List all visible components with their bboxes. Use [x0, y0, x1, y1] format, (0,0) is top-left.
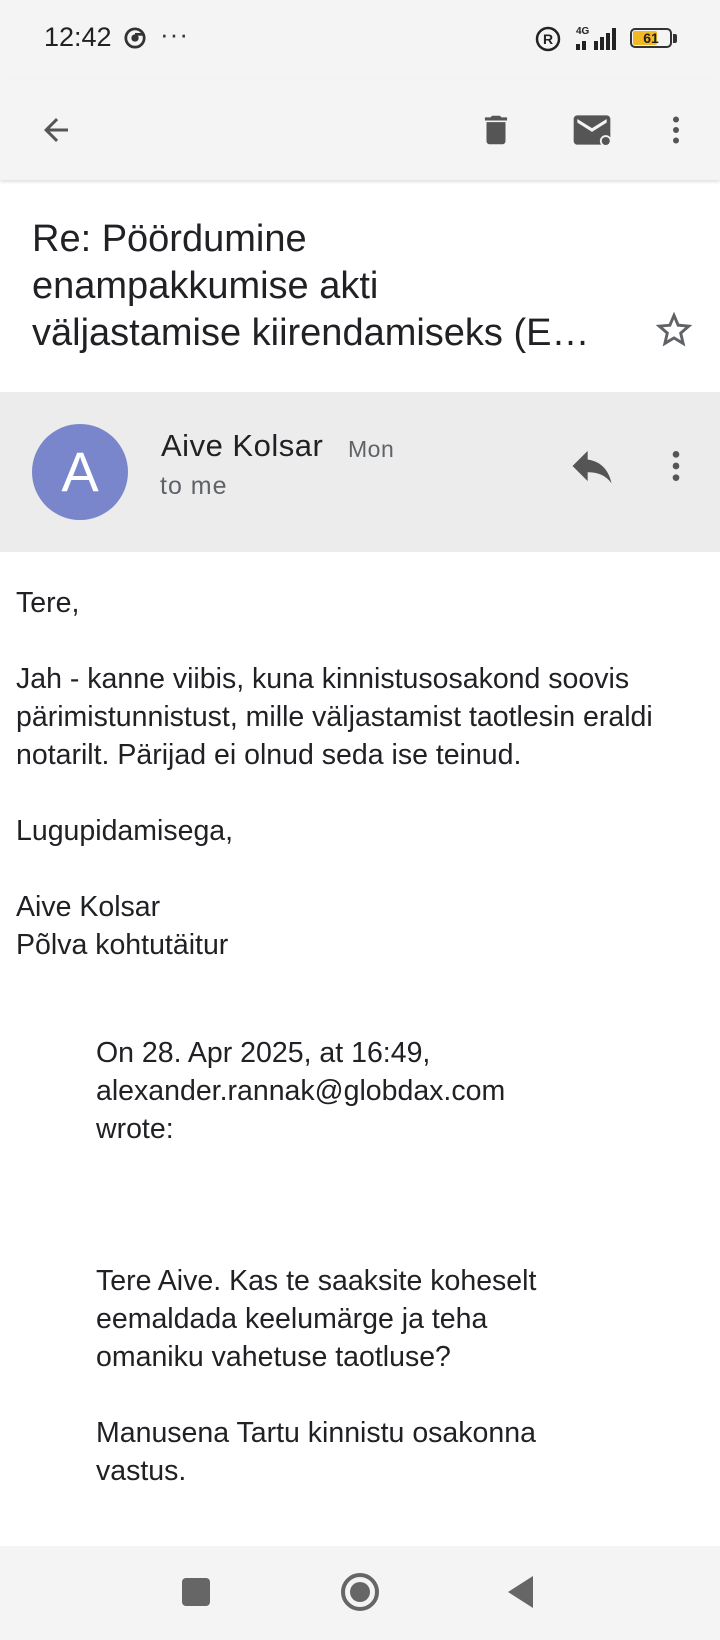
quote-text-line-2: eemaldada keelumärge ja teha [96, 1303, 488, 1335]
signature: Aive Kolsar Põlva kohtutäitur [16, 888, 706, 964]
status-time: 12:42 [44, 22, 112, 52]
back-button[interactable] [28, 102, 84, 158]
signal-icon: 4G [576, 26, 616, 50]
greeting: Tere, [16, 587, 80, 619]
quote-text-line-3: omaniku vahetuse taotluse? [96, 1341, 451, 1373]
more-options-button[interactable] [648, 102, 704, 158]
recipient-details[interactable]: to me [160, 472, 228, 501]
more-notifications-icon: ··· [160, 19, 189, 49]
email-subject: Re: Pöördumine enampakkumise akti väljas… [32, 216, 632, 357]
quoted-message: On 28. Apr 2025, at 16:49, alexander.ran… [96, 1034, 696, 1490]
subject-line-3: väljastamise kiirendamiseks (E… [32, 312, 590, 354]
quote-sender-email[interactable]: alexander.rannak@globdax.com [96, 1072, 696, 1110]
sender-header[interactable]: A Aive Kolsar Mon to me [0, 392, 720, 552]
system-nav-bar [0, 1546, 720, 1640]
email-body: Tere, Jah - kanne viibis, kuna kinnistus… [16, 584, 706, 964]
quote-header-line-1: On 28. Apr 2025, at 16:49, [96, 1037, 431, 1069]
quote-text-2: Manusena Tartu kinnistu osakonna vastus. [96, 1414, 696, 1490]
battery-icon: 61 [630, 28, 680, 50]
reply-icon[interactable] [566, 440, 618, 492]
mark-unread-button[interactable] [564, 102, 620, 158]
quote-header-line-3: wrote: [96, 1113, 174, 1145]
sender-name: Aive Kolsar [161, 428, 324, 463]
battery-level: 61 [643, 30, 659, 46]
chrome-icon [124, 27, 146, 49]
body-paragraph: Jah - kanne viibis, kuna kinnistusosakon… [16, 663, 653, 771]
back-nav-button[interactable] [500, 1570, 544, 1614]
status-bar: 12:42 ··· R 4G 61 [0, 0, 720, 80]
avatar[interactable]: A [32, 424, 128, 520]
delete-button[interactable] [468, 102, 524, 158]
quote-header: On 28. Apr 2025, at 16:49, alexander.ran… [96, 1034, 696, 1148]
quote-text: Tere Aive. Kas te saaksite koheselt eema… [96, 1262, 696, 1376]
email-toolbar [0, 80, 720, 180]
home-button[interactable] [338, 1570, 382, 1614]
more-vert-icon[interactable] [656, 440, 696, 492]
recents-button[interactable] [174, 1570, 218, 1614]
subject-line-1: Re: Pöördumine [32, 218, 307, 260]
trash-icon [484, 115, 508, 145]
quote-text-line-1: Tere Aive. Kas te saaksite koheselt [96, 1265, 537, 1297]
arrow-back-icon [44, 118, 68, 142]
quote-text2-line-1: Manusena Tartu kinnistu osakonna [96, 1417, 536, 1449]
quote-text2-line-2: vastus. [96, 1455, 187, 1487]
signature-title: Põlva kohtutäitur [16, 929, 229, 961]
closing: Lugupidamisega, [16, 815, 234, 847]
registered-icon: R [535, 26, 561, 52]
signature-name: Aive Kolsar [16, 891, 161, 923]
more-vert-icon [673, 116, 679, 144]
mail-unread-icon [573, 115, 612, 147]
svg-text:R: R [543, 31, 553, 47]
email-date: Mon [348, 436, 395, 462]
star-icon[interactable] [652, 308, 696, 352]
network-type: 4G [576, 26, 590, 37]
subject-line-2: enampakkumise akti [32, 265, 379, 307]
